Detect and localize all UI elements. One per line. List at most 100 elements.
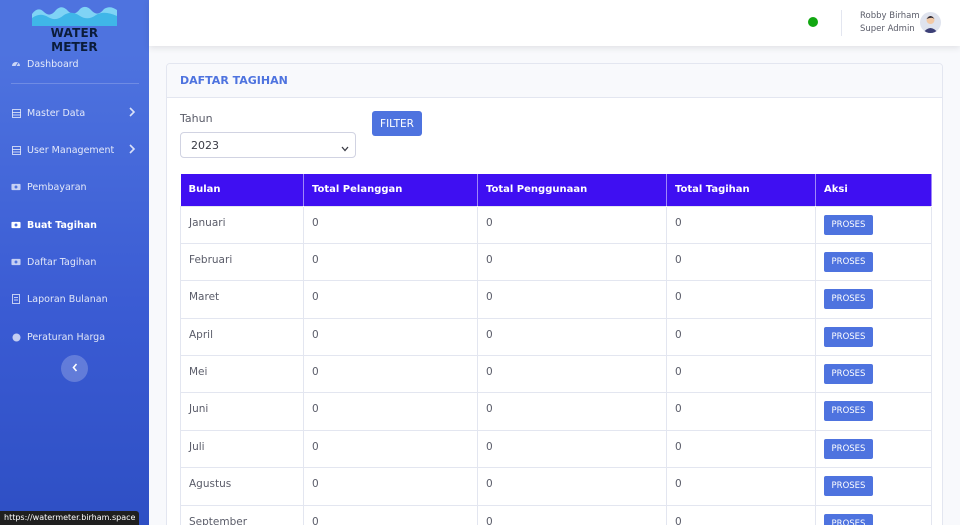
column-header-total-tagihan: Total Tagihan	[666, 174, 816, 206]
cell-total-penggunaan: 0	[477, 242, 667, 282]
cell-bulan: Juni	[180, 392, 304, 431]
cell-aksi: PROSES	[815, 280, 932, 319]
sidebar-item-label: Buat Tagihan	[27, 219, 97, 231]
cell-total-tagihan: 0	[666, 429, 816, 469]
cell-total-pelanggan: 0	[303, 205, 478, 244]
proses-button[interactable]: PROSES	[824, 401, 873, 422]
daftar-tagihan-card: DAFTAR TAGIHAN Tahun 2023 FILTER Bulan T…	[166, 63, 943, 525]
sidebar-item-master-data[interactable]: Master Data	[0, 101, 149, 125]
cell-aksi: PROSES	[815, 242, 932, 282]
table-icon	[11, 145, 21, 155]
cell-total-pelanggan: 0	[303, 280, 478, 319]
cell-aksi: PROSES	[815, 504, 932, 525]
cell-total-penggunaan: 0	[477, 205, 667, 244]
table-icon	[11, 108, 21, 118]
cell-bulan: Agustus	[180, 467, 304, 506]
cell-bulan: Mei	[180, 355, 304, 394]
cell-total-penggunaan: 0	[477, 355, 667, 394]
table-row: September 0 0 0 PROSES	[180, 504, 932, 525]
proses-button[interactable]: PROSES	[824, 214, 873, 235]
sidebar-divider	[11, 83, 139, 84]
cell-aksi: PROSES	[815, 392, 932, 431]
cell-aksi: PROSES	[815, 317, 932, 357]
table-row: Mei 0 0 0 PROSES	[180, 355, 932, 394]
cell-aksi: PROSES	[815, 355, 932, 394]
table-row: Januari 0 0 0 PROSES	[180, 205, 932, 244]
avatar[interactable]	[920, 12, 941, 33]
column-header-aksi: Aksi	[815, 174, 932, 206]
status-bar-url: https://watermeter.birham.space	[0, 511, 140, 525]
proses-button[interactable]: PROSES	[824, 326, 873, 347]
logo-text: WATER METER	[50, 26, 99, 54]
cell-bulan: Maret	[180, 280, 304, 319]
cell-total-tagihan: 0	[666, 205, 816, 244]
cell-bulan: Januari	[180, 205, 304, 244]
card-title: DAFTAR TAGIHAN	[167, 64, 942, 98]
cell-aksi: PROSES	[815, 467, 932, 506]
cell-total-pelanggan: 0	[303, 242, 478, 282]
cell-total-pelanggan: 0	[303, 467, 478, 506]
sidebar-item-user-management[interactable]: User Management	[0, 138, 149, 162]
table-header-row: Bulan Total Pelanggan Total Penggunaan T…	[180, 174, 932, 206]
cell-total-tagihan: 0	[666, 355, 816, 394]
filter-button[interactable]: FILTER	[372, 111, 422, 136]
proses-button[interactable]: PROSES	[824, 289, 873, 310]
cell-total-tagihan: 0	[666, 392, 816, 431]
sidebar-item-label: User Management	[27, 144, 115, 156]
cell-total-pelanggan: 0	[303, 392, 478, 431]
sidebar-item-label: Laporan Bulanan	[27, 293, 108, 305]
proses-button[interactable]: PROSES	[824, 513, 873, 525]
sidebar-item-daftar-tagihan[interactable]: Daftar Tagihan	[0, 250, 149, 274]
tagihan-table: Bulan Total Pelanggan Total Penggunaan T…	[180, 174, 932, 525]
cell-total-penggunaan: 0	[477, 317, 667, 357]
proses-button[interactable]: PROSES	[824, 438, 873, 459]
online-status-indicator	[808, 17, 818, 27]
water-meter-logo[interactable]: WATER METER MONITORING	[32, 4, 117, 54]
sidebar-item-dashboard[interactable]: Dashboard	[0, 52, 149, 76]
topbar: Robby Birham Super Admin	[149, 0, 960, 46]
report-icon	[11, 294, 21, 304]
user-name[interactable]: Robby Birham	[860, 11, 920, 21]
sidebar: WATER METER MONITORING Dashboard Master …	[0, 0, 149, 525]
circle-icon	[11, 332, 21, 342]
chevron-right-icon	[129, 144, 136, 157]
proses-button[interactable]: PROSES	[824, 476, 873, 497]
cell-total-penggunaan: 0	[477, 467, 667, 506]
cell-total-penggunaan: 0	[477, 504, 667, 525]
cell-total-tagihan: 0	[666, 280, 816, 319]
column-header-total-penggunaan: Total Penggunaan	[477, 174, 667, 206]
money-icon	[11, 257, 21, 267]
cell-total-penggunaan: 0	[477, 280, 667, 319]
table-row: Maret 0 0 0 PROSES	[180, 280, 932, 319]
cell-total-pelanggan: 0	[303, 504, 478, 525]
sidebar-item-label: Peraturan Harga	[27, 331, 106, 343]
user-role[interactable]: Super Admin	[860, 24, 915, 34]
cell-bulan: Juli	[180, 429, 304, 469]
sidebar-item-label: Daftar Tagihan	[27, 256, 97, 268]
table-row: Februari 0 0 0 PROSES	[180, 242, 932, 282]
sidebar-item-laporan-bulanan[interactable]: Laporan Bulanan	[0, 287, 149, 311]
topbar-divider	[841, 10, 842, 36]
sidebar-item-peraturan-harga[interactable]: Peraturan Harga	[0, 325, 149, 349]
cell-total-pelanggan: 0	[303, 429, 478, 469]
cell-bulan: Februari	[180, 242, 304, 282]
cell-total-penggunaan: 0	[477, 429, 667, 469]
chevron-down-icon	[341, 142, 349, 155]
table-row: Juli 0 0 0 PROSES	[180, 429, 932, 469]
sidebar-item-label: Master Data	[27, 107, 86, 119]
money-icon	[11, 182, 21, 192]
cell-total-tagihan: 0	[666, 467, 816, 506]
dashboard-icon	[11, 59, 21, 69]
sidebar-item-pembayaran[interactable]: Pembayaran	[0, 175, 149, 199]
cell-total-tagihan: 0	[666, 317, 816, 357]
cell-total-penggunaan: 0	[477, 392, 667, 431]
cell-aksi: PROSES	[815, 205, 932, 244]
sidebar-toggle-button[interactable]	[61, 355, 88, 382]
proses-button[interactable]: PROSES	[824, 364, 873, 385]
proses-button[interactable]: PROSES	[824, 251, 873, 272]
column-header-total-pelanggan: Total Pelanggan	[303, 174, 478, 206]
sidebar-item-buat-tagihan[interactable]: Buat Tagihan	[0, 213, 149, 237]
sidebar-item-label: Dashboard	[27, 58, 79, 70]
table-row: Agustus 0 0 0 PROSES	[180, 467, 932, 506]
year-select[interactable]: 2023	[180, 132, 356, 158]
